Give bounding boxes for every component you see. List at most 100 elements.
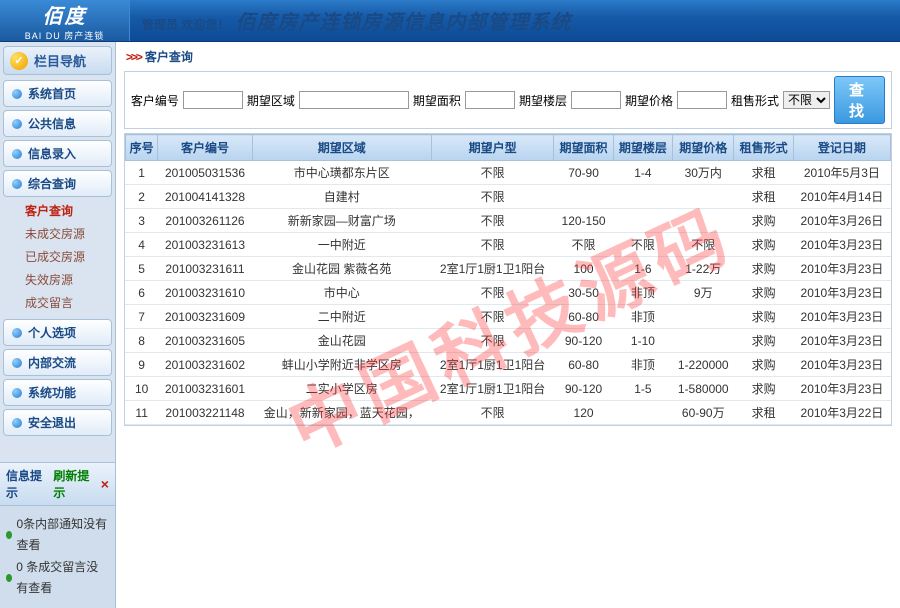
cell (554, 185, 613, 209)
cell: 市中心璜都东片区 (252, 161, 431, 185)
alert-refresh[interactable]: 刷新提示 (53, 467, 94, 501)
cell: 90-120 (554, 329, 613, 353)
nav-item[interactable]: 综合查询 (3, 170, 112, 197)
col-header: 期望价格 (673, 135, 734, 161)
nav-sub-item[interactable]: 已成交房源 (25, 245, 112, 268)
lbl-price: 期望价格 (625, 92, 673, 109)
cell: 60-80 (554, 305, 613, 329)
input-size[interactable] (465, 91, 515, 109)
alert-body: 0条内部通知没有查看0 条成交留言没有查看 (0, 506, 115, 608)
cell: 11 (125, 401, 158, 425)
cell: 60-80 (554, 353, 613, 377)
input-customer-id[interactable] (183, 91, 243, 109)
nav-sub-item[interactable]: 失效房源 (25, 268, 112, 291)
cell: 不限 (431, 281, 554, 305)
nav-item[interactable]: 个人选项 (3, 319, 112, 346)
lbl-floor: 期望楼层 (519, 92, 567, 109)
table-row[interactable]: 10201003231601二实小学区房2室1厅1厨1卫1阳台90-1201-5… (125, 377, 890, 401)
input-price[interactable] (677, 91, 727, 109)
bullet-icon (12, 149, 22, 159)
cell: 不限 (431, 401, 554, 425)
crumb-text: 客户查询 (145, 48, 193, 65)
bullet-icon (12, 328, 22, 338)
cell (613, 209, 672, 233)
nav-item[interactable]: 系统首页 (3, 80, 112, 107)
cell: 一中附近 (252, 233, 431, 257)
bullet-icon (12, 179, 22, 189)
nav-item[interactable]: 安全退出 (3, 409, 112, 436)
nav-label: 系统首页 (28, 85, 76, 102)
cell: 2室1厅1厨1卫1阳台 (431, 377, 554, 401)
cell: 求购 (734, 257, 793, 281)
table-row[interactable]: 5201003231611金山花园 紫薇名苑2室1厅1厨1卫1阳台1001-61… (125, 257, 890, 281)
cell (613, 401, 672, 425)
cell: 1-580000 (673, 377, 734, 401)
cell: 不限 (431, 161, 554, 185)
search-button[interactable]: 查 找 (834, 76, 885, 124)
cell: 1-22万 (673, 257, 734, 281)
cell: 7 (125, 305, 158, 329)
table-row[interactable]: 7201003231609二中附近不限60-80非顶求购2010年3月23日 (125, 305, 890, 329)
nav-item[interactable]: 内部交流 (3, 349, 112, 376)
cell: 非顶 (613, 281, 672, 305)
cell: 2室1厅1厨1卫1阳台 (431, 353, 554, 377)
cell: 自建村 (252, 185, 431, 209)
table-row[interactable]: 2201004141328自建村不限求租2010年4月14日 (125, 185, 890, 209)
cell: 不限 (431, 329, 554, 353)
nav-item[interactable]: 信息录入 (3, 140, 112, 167)
bullet-icon (12, 358, 22, 368)
cell: 120-150 (554, 209, 613, 233)
cell: 金山花园 (252, 329, 431, 353)
table-row[interactable]: 1201005031536市中心璜都东片区不限70-901-430万内求租201… (125, 161, 890, 185)
cell: 201003231610 (158, 281, 252, 305)
cell: 201003231613 (158, 233, 252, 257)
lbl-customer-id: 客户编号 (131, 92, 179, 109)
dot-icon (6, 574, 12, 582)
col-header: 租售形式 (734, 135, 793, 161)
cell: 6 (125, 281, 158, 305)
input-area[interactable] (299, 91, 409, 109)
cell: 求购 (734, 353, 793, 377)
cell: 9万 (673, 281, 734, 305)
cell: 1-4 (613, 161, 672, 185)
table-row[interactable]: 9201003231602蚌山小学附近非学区房2室1厅1厨1卫1阳台60-80非… (125, 353, 890, 377)
cell: 求租 (734, 401, 793, 425)
cell: 120 (554, 401, 613, 425)
sidebar-title: 栏目导航 (34, 51, 86, 70)
alert-close-icon[interactable]: × (101, 476, 109, 492)
cell: 金山花园 紫薇名苑 (252, 257, 431, 281)
sidebar-header: ✓ 栏目导航 (3, 46, 112, 75)
dot-icon (6, 531, 12, 539)
cell: 不限 (554, 233, 613, 257)
lbl-rentsale: 租售形式 (731, 92, 779, 109)
alert-line[interactable]: 0条内部通知没有查看 (6, 514, 109, 557)
lbl-area: 期望区域 (247, 92, 295, 109)
nav-sub-item[interactable]: 未成交房源 (25, 222, 112, 245)
cell: 201004141328 (158, 185, 252, 209)
cell: 201003231602 (158, 353, 252, 377)
nav-sub-item[interactable]: 客户查询 (25, 199, 112, 222)
cell (673, 209, 734, 233)
input-floor[interactable] (571, 91, 621, 109)
table-row[interactable]: 3201003261126新新家园—财富广场不限120-150求购2010年3月… (125, 209, 890, 233)
cell: 1-220000 (673, 353, 734, 377)
nav-item[interactable]: 系统功能 (3, 379, 112, 406)
cell: 90-120 (554, 377, 613, 401)
table-row[interactable]: 11201003221148金山，新新家园，蓝天花园，不限12060-90万求租… (125, 401, 890, 425)
nav-sub-item[interactable]: 成交留言 (25, 291, 112, 314)
cell: 求购 (734, 377, 793, 401)
table-row[interactable]: 6201003231610市中心不限30-50非顶9万求购2010年3月23日 (125, 281, 890, 305)
table-row[interactable]: 8201003231605金山花园不限90-1201-10求购2010年3月23… (125, 329, 890, 353)
cell: 不限 (613, 233, 672, 257)
nav-item[interactable]: 公共信息 (3, 110, 112, 137)
cell: 30万内 (673, 161, 734, 185)
alert-line[interactable]: 0 条成交留言没有查看 (6, 557, 109, 600)
logo: 佰度 BAI DU 房产连锁 (0, 0, 130, 41)
table-row[interactable]: 4201003231613一中附近不限不限不限不限求购2010年3月23日 (125, 233, 890, 257)
cell: 2010年3月23日 (793, 281, 890, 305)
main-panel: >>> 客户查询 客户编号 期望区域 期望面积 期望楼层 期望价格 租售形式 不… (116, 42, 900, 608)
cell: 70-90 (554, 161, 613, 185)
cell: 求购 (734, 209, 793, 233)
select-rentsale[interactable]: 不限 (783, 91, 830, 109)
cell: 5 (125, 257, 158, 281)
